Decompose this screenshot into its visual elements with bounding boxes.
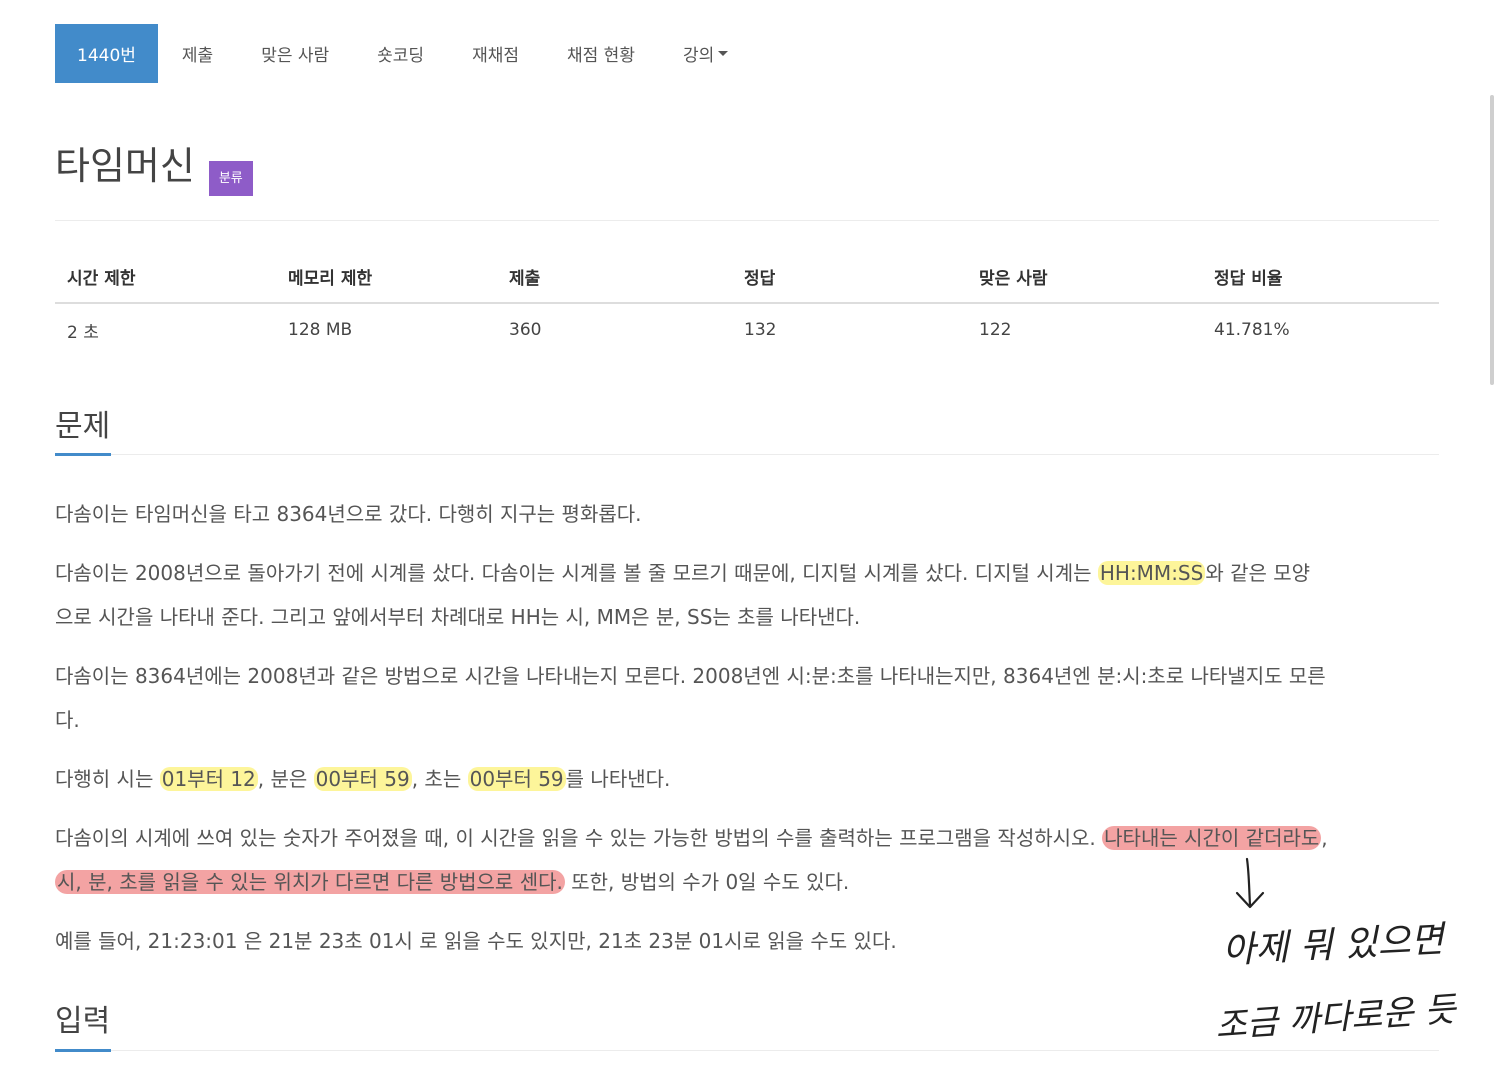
stats-header: 정답 비율 (1202, 250, 1439, 304)
stats-header: 시간 제한 (55, 250, 276, 304)
stats-value: 132 (744, 320, 777, 340)
stats-value: 360 (509, 320, 542, 340)
stats-value: 41.781% (1214, 320, 1290, 340)
text: 다행히 시는 (55, 767, 160, 791)
text: 다솜이는 8364년에는 2008년과 같은 방법으로 시간을 나타내는지 모른… (55, 664, 1326, 688)
text: 다. (55, 708, 80, 732)
tab-accepted-users[interactable]: 맞은 사람 (237, 24, 353, 83)
yellow-highlight: 00부터 59 (313, 767, 412, 791)
tab-problem[interactable]: 1440번 (55, 24, 158, 83)
text: , (1321, 826, 1328, 850)
stats-value-row: 2 초 128 MB 360 132 122 41.781% (55, 303, 1439, 356)
stats-value: 122 (979, 320, 1012, 340)
handwritten-arrow-icon (1235, 857, 1265, 909)
problem-paragraph: 다솜이는 2008년으로 돌아가기 전에 시계를 샀다. 다솜이는 시계를 볼 … (55, 551, 1439, 639)
red-highlight: 시, 분, 초를 읽을 수 있는 위치가 다르면 다른 방법으로 센다. (55, 870, 565, 894)
red-highlight: 나타내는 시간이 같더라도 (1102, 826, 1322, 850)
section-divider (55, 1050, 1439, 1051)
text: 와 같은 모양 (1205, 561, 1311, 585)
tab-submit[interactable]: 제출 (158, 24, 237, 83)
text: 예를 들어, 21:23:01 은 21분 23초 01시 로 읽을 수도 있지… (55, 929, 897, 953)
category-badge[interactable]: 분류 (208, 161, 253, 196)
text: , 초는 (411, 767, 468, 791)
text: 를 나타낸다. (565, 767, 671, 791)
text: 다솜이는 2008년으로 돌아가기 전에 시계를 샀다. 다솜이는 시계를 볼 … (55, 561, 1098, 585)
stats-value: 2 초 (67, 322, 99, 343)
stats-header: 제출 (497, 250, 732, 304)
problem-paragraph: 다솜이는 8364년에는 2008년과 같은 방법으로 시간을 나타내는지 모른… (55, 654, 1439, 742)
handwritten-note-line2: 조금 까다로운 듯 (1214, 989, 1457, 1047)
text: , 분은 (257, 767, 314, 791)
scrollbar-thumb[interactable] (1490, 95, 1494, 385)
problem-nav: 1440번 제출 맞은 사람 숏코딩 재채점 채점 현황 강의 (55, 24, 752, 83)
caret-down-icon (718, 51, 729, 56)
section-underline (55, 1049, 111, 1052)
section-title-problem: 문제 (55, 409, 111, 444)
section-title-input: 입력 (55, 1004, 111, 1039)
problem-stats-table: 시간 제한 메모리 제한 제출 정답 맞은 사람 정답 비율 2 초 128 M… (55, 250, 1439, 356)
yellow-highlight: 00부터 59 (467, 767, 566, 791)
tab-short-coding[interactable]: 숏코딩 (353, 24, 448, 83)
problem-paragraph: 다솜이는 타임머신을 타고 8364년으로 갔다. 다행히 지구는 평화롭다. (55, 492, 1439, 536)
section-underline (55, 453, 111, 456)
stats-header-row: 시간 제한 메모리 제한 제출 정답 맞은 사람 정답 비율 (55, 250, 1439, 304)
text: 다솜이의 시계에 쓰여 있는 숫자가 주어졌을 때, 이 시간을 읽을 수 있는… (55, 826, 1103, 850)
text: 다솜이는 타임머신을 타고 8364년으로 갔다. 다행히 지구는 평화롭다. (55, 502, 642, 526)
handwritten-note-line1: 아제 뭐 있으면 (1221, 919, 1445, 972)
text: 또한, 방법의 수가 0일 수도 있다. (564, 870, 850, 894)
tab-lecture[interactable]: 강의 (659, 24, 752, 83)
title-row: 타임머신 분류 (55, 140, 253, 196)
stats-header: 메모리 제한 (276, 250, 497, 304)
problem-paragraph: 다행히 시는 01부터 12, 분은 00부터 59, 초는 00부터 59 를 … (55, 757, 1439, 801)
yellow-highlight: HH:MM:SS (1097, 561, 1206, 585)
title-divider (55, 220, 1439, 221)
text: 으로 시간을 나타내 준다. 그리고 앞에서부터 차례대로 HH는 시, MM은… (55, 605, 861, 629)
tab-lecture-label: 강의 (682, 46, 715, 66)
page-title: 타임머신 (55, 144, 195, 188)
yellow-highlight: 01부터 12 (159, 767, 258, 791)
tab-status[interactable]: 채점 현황 (543, 24, 659, 83)
tab-rejudge[interactable]: 재채점 (448, 24, 543, 83)
stats-header: 맞은 사람 (967, 250, 1202, 304)
section-divider (55, 454, 1439, 455)
stats-header: 정답 (732, 250, 967, 304)
stats-value: 128 MB (288, 320, 353, 340)
